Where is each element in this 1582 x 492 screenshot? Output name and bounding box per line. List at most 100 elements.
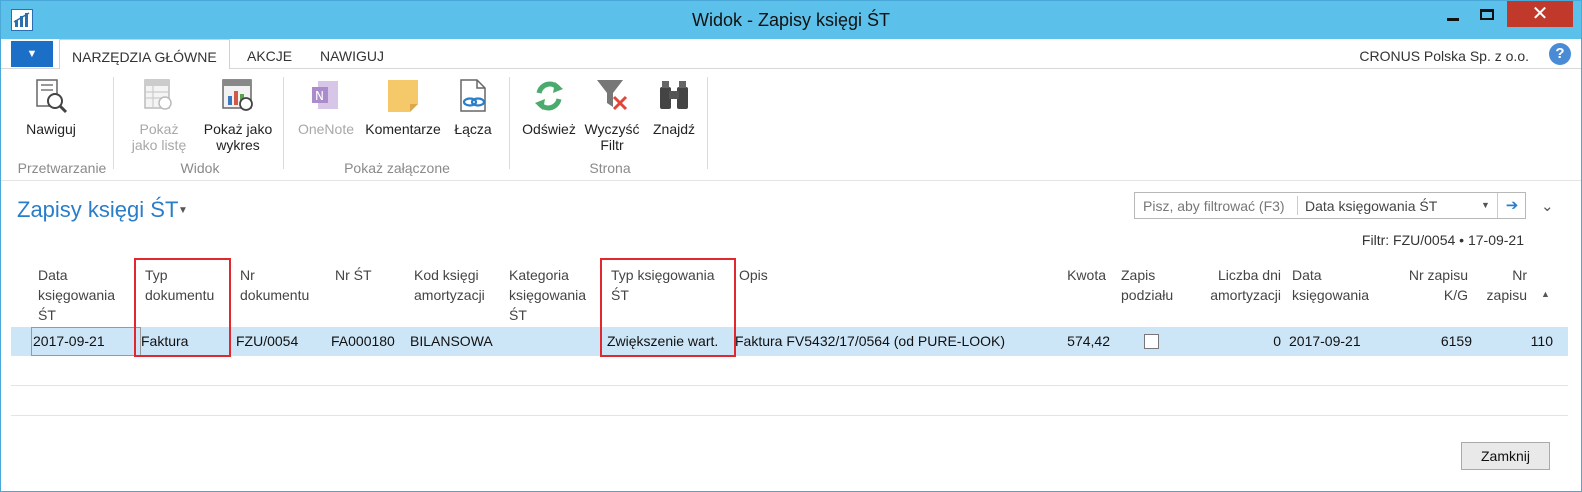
navigate-icon: [36, 79, 68, 114]
odswiez-label: Odśwież: [522, 121, 576, 137]
svg-text:N: N: [315, 89, 324, 103]
company-name: CRONUS Polska Sp. z o.o.: [1359, 48, 1529, 64]
column-header-liczba-dni[interactable]: Liczba dni amortyzacji: [1191, 265, 1281, 305]
cell-nr-st[interactable]: FA000180: [331, 333, 395, 349]
header-line: ŚT: [509, 307, 527, 323]
column-header-data-ksiegowania[interactable]: Data księgowania: [1292, 265, 1369, 305]
lacza-button[interactable]: Łącza: [447, 77, 499, 137]
ribbon-separator: [283, 77, 284, 169]
collapse-chevron-icon[interactable]: ⌄: [1541, 197, 1554, 215]
scroll-up-icon[interactable]: ▲: [1541, 289, 1550, 299]
column-header-data-ksiegowania-st[interactable]: Data księgowania ŚT: [38, 265, 115, 325]
pokaz-wykres-label-2: wykres: [216, 137, 260, 153]
tab-narzedzia-glowne[interactable]: NARZĘDZIA GŁÓWNE: [59, 39, 230, 70]
ribbon-separator: [113, 77, 114, 169]
komentarze-button[interactable]: Komentarze: [361, 77, 445, 137]
column-header-nr-st[interactable]: Nr ŚT: [335, 265, 372, 285]
arrow-right-icon[interactable]: ➔: [1497, 193, 1526, 218]
group-strona: Strona: [589, 160, 631, 176]
filter-field-select[interactable]: Data księgowania ŚT: [1305, 198, 1437, 214]
minimize-icon: [1447, 17, 1459, 21]
cell-kod-ksiegi[interactable]: BILANSOWA: [410, 333, 493, 349]
column-header-nr-zapisu[interactable]: Nr zapisu: [1471, 265, 1527, 305]
pokaz-jako-wykres-button[interactable]: Pokaż jako wykres: [195, 77, 281, 153]
ribbon-tab-bar: ▼ NARZĘDZIA GŁÓWNE AKCJE NAWIGUJ CRONUS …: [1, 39, 1581, 70]
table-row[interactable]: 2017-09-21 Faktura FZU/0054 FA000180 BIL…: [11, 327, 1568, 356]
header-line: Nr: [1512, 267, 1527, 283]
column-header-nr-dokumentu[interactable]: Nr dokumentu: [240, 265, 309, 305]
cell-data-ksiegowania[interactable]: 2017-09-21: [1289, 333, 1361, 349]
cell-nr-dokumentu[interactable]: FZU/0054: [236, 333, 298, 349]
search-input[interactable]: Pisz, aby filtrować (F3): [1143, 198, 1285, 214]
column-header-kod-ksiegi[interactable]: Kod księgi amortyzacji: [414, 265, 485, 305]
onenote-button[interactable]: N OneNote: [291, 77, 361, 137]
entries-grid: Data księgowania ŚT Typ dokumentu Nr dok…: [11, 258, 1568, 418]
header-line: amortyzacji: [414, 287, 485, 303]
title-bar: Widok - Zapisy księgi ŚT ✕: [1, 1, 1581, 39]
chevron-down-icon[interactable]: ▼: [178, 205, 188, 216]
highlight-box-typ-ksiegowania: [600, 258, 736, 357]
group-pokaz-zalaczone: Pokaż załączone: [344, 160, 450, 176]
close-window-button[interactable]: ✕: [1507, 1, 1573, 27]
wyczysc-label-2: Filtr: [600, 137, 624, 153]
filter-search-box[interactable]: Pisz, aby filtrować (F3) Data księgowani…: [1134, 192, 1526, 219]
zapis-podzialu-checkbox[interactable]: [1144, 334, 1159, 349]
tab-nawiguj[interactable]: NAWIGUJ: [308, 39, 396, 69]
header-line: amortyzacji: [1210, 287, 1281, 303]
refresh-icon: [535, 81, 563, 111]
header-line: dokumentu: [240, 287, 310, 303]
column-header-kategoria[interactable]: Kategoria księgowania ŚT: [509, 265, 586, 325]
nawiguj-label: Nawiguj: [26, 121, 76, 137]
cell-nr-zapisu[interactable]: 110: [1471, 333, 1553, 349]
help-icon[interactable]: ?: [1549, 43, 1571, 65]
chevron-down-icon[interactable]: ▼: [1481, 200, 1490, 210]
pokaz-liste-label-2: jako listę: [131, 137, 187, 153]
pokaz-jako-liste-button[interactable]: Pokaż jako listę: [123, 77, 195, 153]
app-menu-button[interactable]: ▼: [11, 41, 53, 67]
dropdown-menu-icon: ▼: [26, 48, 38, 60]
onenote-label: OneNote: [297, 121, 355, 137]
znajdz-button[interactable]: Znajdź: [645, 77, 703, 137]
odswiez-button[interactable]: Odśwież: [517, 77, 581, 137]
group-przetwarzanie: Przetwarzanie: [17, 160, 107, 176]
row-divider: [11, 415, 1568, 416]
maximize-button[interactable]: [1471, 1, 1503, 27]
cell-data-ksiegowania-st[interactable]: 2017-09-21: [33, 333, 105, 349]
chart-view-icon: [222, 79, 253, 111]
pokaz-wykres-label-1: Pokaż jako: [203, 121, 273, 137]
nawiguj-button[interactable]: Nawiguj: [15, 77, 87, 137]
cell-opis[interactable]: Faktura FV5432/17/0564 (od PURE-LOOK): [735, 333, 1005, 349]
header-line: podziału: [1121, 287, 1174, 303]
column-header-nr-zapisu-kg[interactable]: Nr zapisu K/G: [1391, 265, 1468, 305]
cell-nr-zapisu-kg[interactable]: 6159: [1391, 333, 1472, 349]
column-header-zapis-podzialu[interactable]: Zapis podziału: [1121, 265, 1173, 305]
ribbon-separator: [707, 77, 708, 169]
filter-divider: [1297, 196, 1298, 215]
page-title[interactable]: Zapisy księgi ŚT: [17, 197, 178, 223]
clear-filter-icon: [597, 80, 628, 111]
lacza-label: Łącza: [454, 121, 492, 137]
tab-akcje[interactable]: AKCJE: [235, 39, 304, 69]
maximize-icon: [1480, 8, 1494, 20]
cell-kwota[interactable]: 574,42: [1031, 333, 1110, 349]
column-header-opis[interactable]: Opis: [739, 265, 768, 285]
header-line: Liczba dni: [1217, 267, 1281, 283]
row-divider: [11, 385, 1568, 386]
header-line: Nr: [240, 267, 255, 283]
header-line: Nr zapisu: [1408, 267, 1468, 283]
header-line: Data: [38, 267, 68, 283]
header-line: Nr ŚT: [335, 267, 372, 283]
cell-liczba-dni[interactable]: 0: [1191, 333, 1281, 349]
close-icon: ✕: [1531, 3, 1549, 25]
link-icon: [460, 79, 486, 112]
close-button[interactable]: Zamknij: [1461, 442, 1550, 470]
wyczysc-filtr-button[interactable]: Wyczyść Filtr: [579, 77, 645, 153]
header-line: Kwota: [1067, 267, 1106, 283]
header-line: zapisu: [1486, 287, 1527, 303]
column-header-kwota[interactable]: Kwota: [1031, 265, 1106, 285]
minimize-button[interactable]: [1437, 1, 1469, 27]
header-line: Data: [1292, 267, 1322, 283]
ribbon-separator: [509, 77, 510, 169]
header-line: K/G: [1443, 287, 1468, 303]
binoculars-icon: [660, 81, 688, 109]
